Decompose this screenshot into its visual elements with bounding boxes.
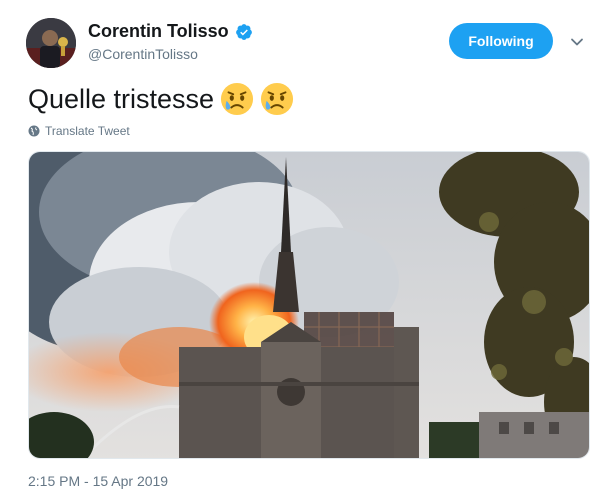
sad-but-relieved-face-icon (221, 82, 254, 116)
author-handle[interactable]: @CorentinTolisso (88, 46, 198, 62)
verified-badge-icon (235, 23, 252, 40)
tweet-timestamp[interactable]: 2:15 PM - 15 Apr 2019 (28, 473, 168, 489)
tweet-text: Quelle tristesse (28, 83, 215, 114)
globe-icon (28, 125, 40, 137)
avatar-image (26, 18, 76, 68)
tweet-media-photo[interactable] (28, 151, 590, 459)
author-name-row[interactable]: Corentin Tolisso (88, 21, 253, 42)
chevron-down-icon[interactable] (569, 34, 585, 50)
tweet-text-row: Quelle tristesse (28, 82, 294, 116)
notre-dame-fire-image (29, 152, 589, 458)
translate-tweet-link[interactable]: Translate Tweet (28, 124, 130, 138)
sad-but-relieved-face-icon (261, 82, 294, 116)
following-button[interactable]: Following (449, 23, 553, 59)
author-name[interactable]: Corentin Tolisso (88, 21, 229, 42)
translate-tweet-label[interactable]: Translate Tweet (45, 124, 130, 138)
avatar[interactable] (26, 18, 76, 68)
